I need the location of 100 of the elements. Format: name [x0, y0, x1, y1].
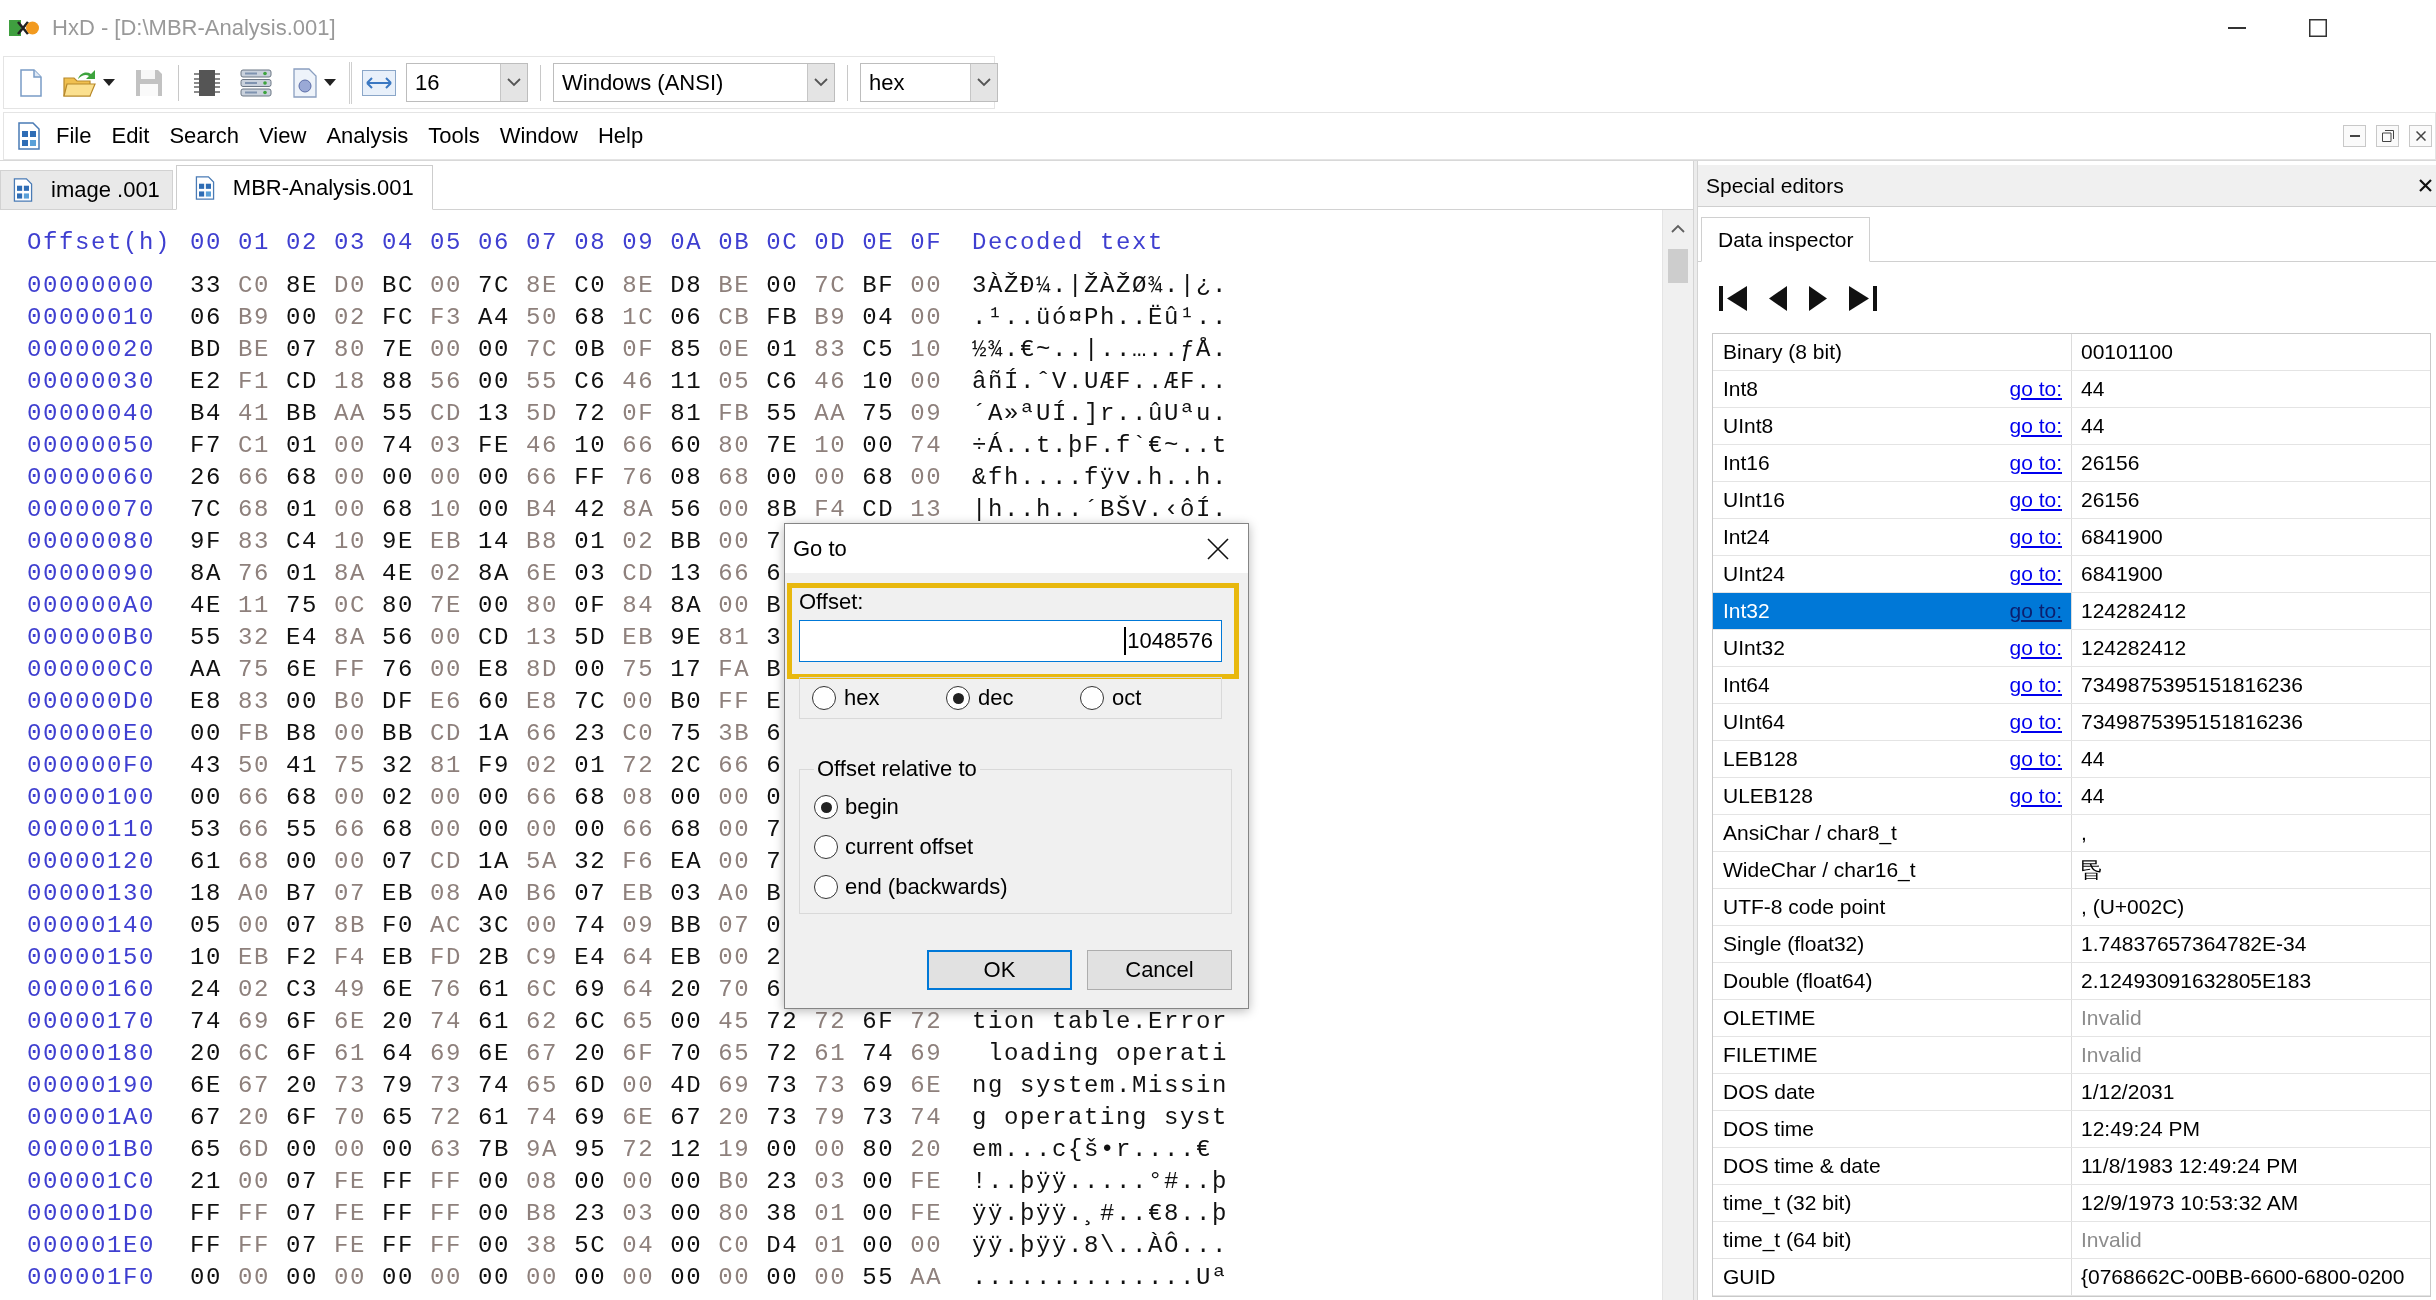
goto-link[interactable]: go to: [2009, 747, 2062, 771]
dialog-button[interactable]: OK [927, 950, 1072, 990]
goto-link[interactable]: go to: [2009, 525, 2062, 549]
menu-item[interactable]: Search [159, 119, 250, 153]
dropdown-arrow-button[interactable] [807, 64, 834, 101]
hex-byte: 80 [718, 434, 751, 458]
type-cell[interactable]: GUID [1713, 1259, 2072, 1295]
file-tab[interactable]: MBR-Analysis.001 [175, 165, 433, 210]
goto-link[interactable]: go to: [2009, 488, 2062, 512]
radio-button[interactable]: oct [1068, 685, 1202, 711]
file-tab[interactable]: image .001 [0, 170, 173, 210]
dialog-button[interactable]: Cancel [1087, 950, 1232, 990]
hex-byte: B6 [526, 882, 559, 906]
offset-input[interactable]: 1048576 [799, 620, 1222, 662]
goto-link[interactable]: go to: [2009, 784, 2062, 808]
menu-item[interactable]: Help [587, 119, 654, 153]
scrollbar[interactable] [1662, 210, 1693, 1300]
menu-item[interactable]: Tools [418, 119, 490, 153]
dropdown-arrow-button[interactable] [970, 64, 997, 101]
menu-item[interactable]: Window [489, 119, 588, 153]
hex-byte: 00 [478, 594, 511, 618]
type-cell[interactable]: OLETIME [1713, 1000, 2072, 1036]
type-cell[interactable]: WideChar / char16_t [1713, 852, 2072, 888]
goto-link[interactable]: go to: [2009, 636, 2062, 660]
type-label: WideChar / char16_t [1723, 858, 1916, 882]
minimize-button[interactable] [2343, 125, 2366, 147]
hex-byte: 84 [622, 594, 655, 618]
hex-byte: 63 [430, 1138, 463, 1162]
radio-button[interactable]: current offset [814, 827, 1231, 867]
dropdown-arrow-button[interactable] [500, 64, 527, 101]
menu-item[interactable]: File [46, 119, 102, 153]
hex-byte: 64 [622, 946, 655, 970]
hex-byte: FF [190, 1202, 222, 1226]
row-offset: 000000F0 [27, 754, 156, 778]
type-cell[interactable]: UInt8 go to: [1713, 408, 2072, 444]
type-cell[interactable]: Int64 go to: [1713, 667, 2072, 703]
type-cell[interactable]: Int16 go to: [1713, 445, 2072, 481]
goto-link[interactable]: go to: [2009, 710, 2062, 734]
radio-button[interactable]: end (backwards) [814, 867, 1231, 907]
type-label: Binary (8 bit) [1723, 340, 1843, 364]
hex-byte: 68 [238, 850, 271, 874]
scroll-thumb[interactable] [1668, 249, 1688, 283]
goto-link[interactable]: go to: [2009, 673, 2062, 697]
type-cell[interactable]: Binary (8 bit) [1713, 334, 2072, 370]
goto-link[interactable]: go to: [2009, 562, 2062, 586]
type-cell[interactable]: LEB128 go to: [1713, 741, 2072, 777]
type-cell[interactable]: DOS date [1713, 1074, 2072, 1110]
type-cell[interactable]: time_t (64 bit) [1713, 1222, 2072, 1258]
type-cell[interactable]: DOS time [1713, 1111, 2072, 1147]
goto-link[interactable]: go to: [2009, 451, 2062, 475]
type-cell[interactable]: Single (float32) [1713, 926, 2072, 962]
type-cell[interactable]: time_t (32 bit) [1713, 1185, 2072, 1221]
previous-button[interactable] [1769, 286, 1787, 311]
menu-item[interactable]: View [249, 119, 317, 153]
column-header: 02 [286, 231, 319, 255]
radio-button[interactable]: hex [800, 685, 934, 711]
hex-byte: 73 [430, 1074, 463, 1098]
dropdown[interactable]: 16 [406, 63, 528, 102]
hex-byte: 8A [334, 626, 367, 650]
type-cell[interactable]: UInt16 go to: [1713, 482, 2072, 518]
hex-byte: E8 [190, 690, 222, 714]
hex-byte: CD [622, 562, 655, 586]
type-cell[interactable]: Int8 go to: [1713, 371, 2072, 407]
type-cell[interactable]: AnsiChar / char8_t [1713, 815, 2072, 851]
type-cell[interactable]: UInt24 go to: [1713, 556, 2072, 592]
type-label: UTF-8 code point [1723, 895, 1886, 919]
close-button[interactable] [2419, 179, 2432, 192]
first-button[interactable] [1719, 286, 1747, 311]
type-cell[interactable]: Double (float64) [1713, 963, 2072, 999]
hex-byte: 09 [910, 402, 943, 426]
last-button[interactable] [1849, 286, 1877, 311]
type-cell[interactable]: Int32 go to: [1713, 593, 2072, 629]
hex-byte: 00 [718, 530, 751, 554]
hex-byte: 00 [814, 466, 847, 490]
type-cell[interactable]: UTF-8 code point [1713, 889, 2072, 925]
hex-byte: 65 [526, 1074, 559, 1098]
menu-item[interactable]: Edit [101, 119, 160, 153]
hex-byte: 00 [286, 690, 319, 714]
menu-item[interactable]: Analysis [316, 119, 419, 153]
panel-tab[interactable]: Data inspector [1701, 217, 1871, 262]
goto-link[interactable]: go to: [2009, 377, 2062, 401]
type-cell[interactable]: UInt64 go to: [1713, 704, 2072, 740]
hex-byte: 7 [766, 850, 783, 874]
type-cell[interactable]: UInt32 go to: [1713, 630, 2072, 666]
restore-button[interactable] [2376, 125, 2399, 147]
next-button[interactable] [1809, 286, 1827, 311]
dropdown[interactable]: Windows (ANSI) [553, 63, 835, 102]
hex-byte: 6E [286, 658, 319, 682]
hex-byte: 00 [334, 466, 367, 490]
type-cell[interactable]: FILETIME [1713, 1037, 2072, 1073]
radio-button[interactable]: dec [934, 685, 1068, 711]
goto-link[interactable]: go to: [2009, 414, 2062, 438]
type-cell[interactable]: Int24 go to: [1713, 519, 2072, 555]
close-icon [2419, 179, 2432, 192]
radio-button[interactable]: begin [814, 787, 1231, 827]
column-header: 08 [574, 231, 607, 255]
panel-title: Special editors [1706, 173, 1844, 198]
dropdown[interactable]: hex [860, 63, 998, 102]
type-cell[interactable]: DOS time & date [1713, 1148, 2072, 1184]
type-cell[interactable]: ULEB128 go to: [1713, 778, 2072, 814]
